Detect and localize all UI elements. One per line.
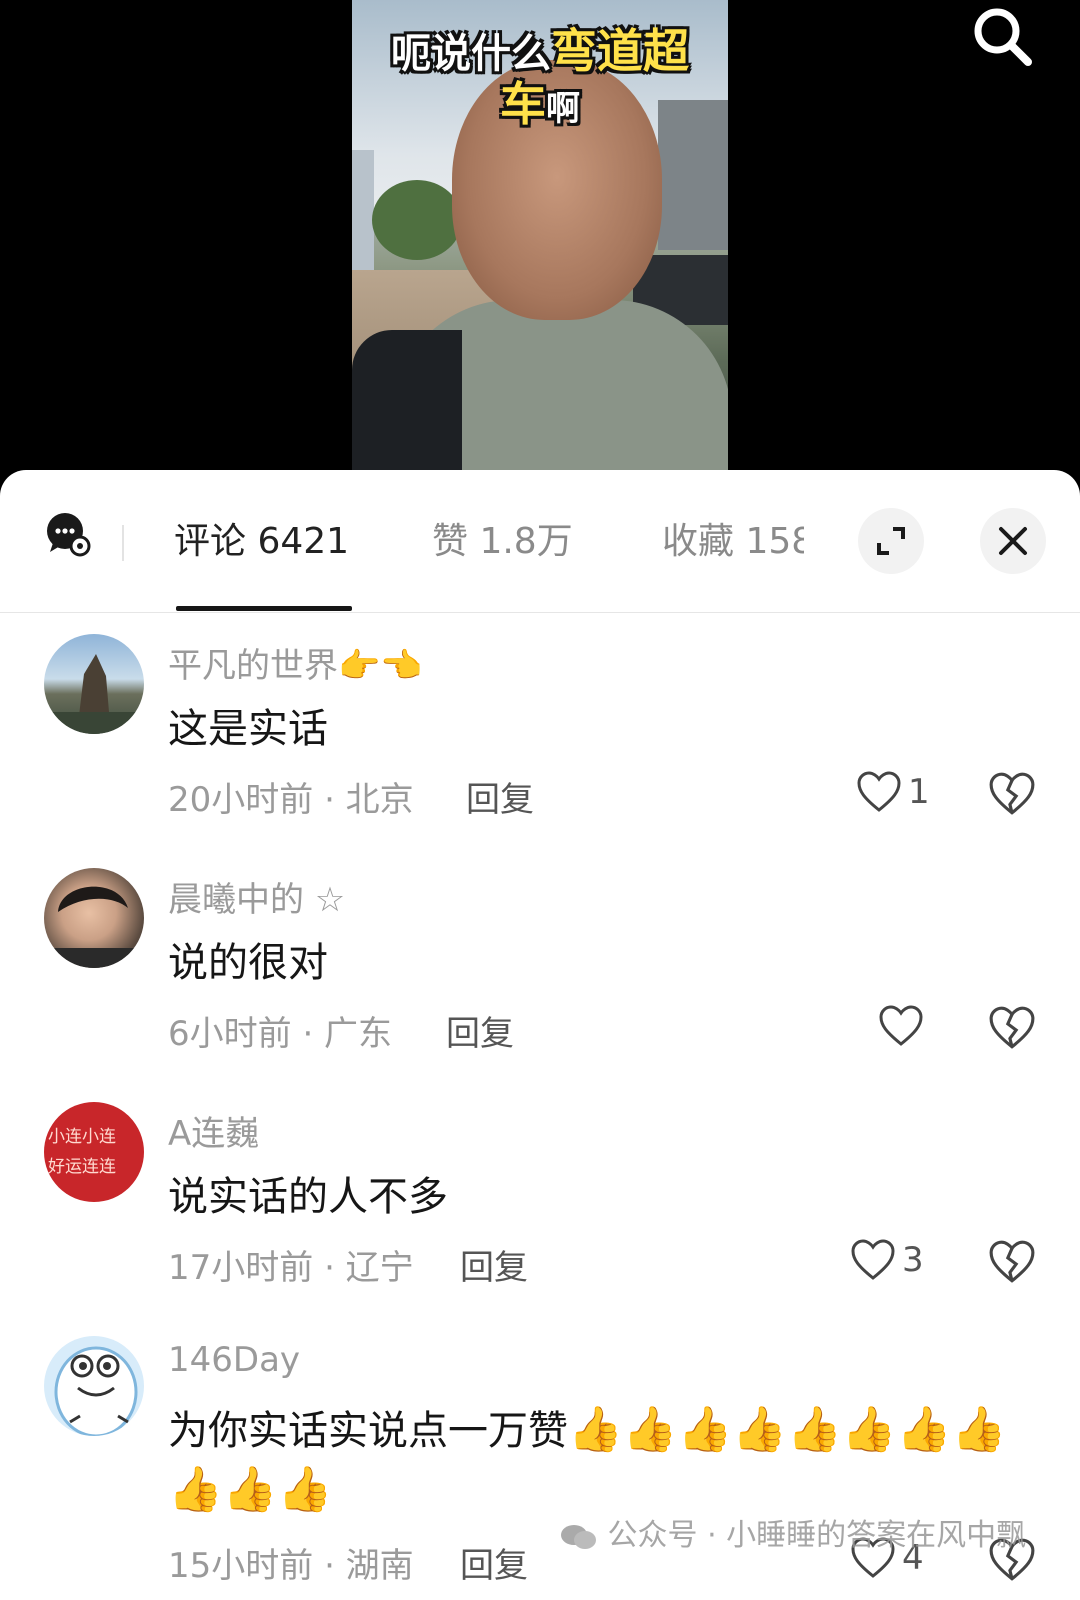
- video-frame[interactable]: 呃说什么弯道超 车啊: [352, 0, 728, 480]
- comment-username[interactable]: 平凡的世界👉👈: [168, 638, 423, 687]
- close-icon: [999, 527, 1027, 555]
- expand-icon: [877, 527, 905, 555]
- comment-meta: 15小时前 · 湖南: [168, 1546, 414, 1586]
- comment-username[interactable]: 晨曦中的 ☆: [168, 872, 345, 921]
- comment-text: 这是实话: [168, 706, 328, 752]
- watermark: 公众号 · 小睡睡的答案在风中飘: [560, 1510, 1026, 1554]
- comment-item: 146Day 为你实话实说点一万赞👍👍👍👍👍👍👍👍 👍👍👍 15小时前 · 湖南…: [0, 1336, 1080, 1600]
- close-button[interactable]: [980, 508, 1046, 574]
- video-tree: [372, 180, 462, 260]
- video-person-jacket: [352, 330, 462, 480]
- avatar-text-line2: 好运连连: [48, 1157, 116, 1177]
- caption-plain-1: 呃说什么: [391, 31, 551, 77]
- broken-heart-icon[interactable]: [988, 770, 1036, 818]
- heart-icon: [879, 1005, 923, 1046]
- wechat-icon: [560, 1523, 598, 1551]
- avatar-text: 小连小连 好运连连: [48, 1122, 144, 1182]
- comment-sheet: 评论 6421 赞 1.8万 收藏 158 平凡的世界👉👈 这是实话 20小时前…: [0, 470, 1080, 1600]
- watermark-text: 公众号 · 小睡睡的答案在风中飘: [607, 1518, 1027, 1553]
- like-button[interactable]: 1: [856, 770, 930, 814]
- avatar[interactable]: 小连小连 好运连连: [44, 1102, 144, 1202]
- comment-username[interactable]: A连巍: [168, 1106, 259, 1155]
- avatar[interactable]: [44, 634, 144, 734]
- video-caption: 呃说什么弯道超 车啊: [352, 26, 728, 134]
- caption-highlight-1: 弯道超: [551, 24, 689, 78]
- reply-button[interactable]: 回复: [446, 1006, 514, 1055]
- broken-heart-icon[interactable]: [988, 1238, 1036, 1286]
- tab-favorites[interactable]: 收藏 158: [662, 508, 804, 576]
- broken-heart-icon[interactable]: [988, 1004, 1036, 1052]
- comment-text-body: 为你实话实说点一万赞: [168, 1408, 568, 1454]
- thumbs-up-emoji-row: 👍👍👍: [168, 1464, 333, 1515]
- tab-likes[interactable]: 赞 1.8万: [432, 508, 573, 576]
- avatar[interactable]: [44, 868, 144, 968]
- active-tab-underline: [176, 606, 352, 611]
- heart-icon: [851, 1239, 895, 1280]
- like-count: 3: [902, 1240, 924, 1280]
- tab-comments[interactable]: 评论 6421: [174, 508, 349, 576]
- comment-text: 说的很对: [168, 940, 328, 986]
- comment-item: 平凡的世界👉👈 这是实话 20小时前 · 北京 回复 1: [0, 634, 1080, 854]
- video-player[interactable]: 呃说什么弯道超 车啊: [0, 0, 1080, 480]
- video-building: [352, 150, 374, 270]
- comment-meta: 20小时前 · 北京: [168, 780, 414, 820]
- comment-item: 小连小连 好运连连 A连巍 说实话的人不多 17小时前 · 辽宁 回复 3: [0, 1102, 1080, 1322]
- comment-meta: 6小时前 · 广东: [168, 1014, 393, 1054]
- reply-button[interactable]: 回复: [466, 772, 534, 821]
- comment-meta: 17小时前 · 辽宁: [168, 1248, 414, 1288]
- caption-highlight-2: 车: [500, 77, 546, 131]
- chat-settings-icon[interactable]: [44, 510, 92, 558]
- avatar-portrait-image: [44, 886, 144, 968]
- avatar-rock-image: [44, 654, 144, 734]
- avatar[interactable]: [44, 1336, 144, 1436]
- comment-text: 说实话的人不多: [168, 1174, 448, 1220]
- heart-icon: [857, 771, 901, 812]
- reply-button[interactable]: 回复: [460, 1538, 528, 1587]
- caption-plain-2: 啊: [546, 89, 580, 129]
- like-button[interactable]: 3: [850, 1238, 924, 1282]
- comment-item: 晨曦中的 ☆ 说的很对 6小时前 · 广东 回复: [0, 868, 1080, 1088]
- comment-username[interactable]: 146Day: [168, 1340, 300, 1380]
- reply-button[interactable]: 回复: [460, 1240, 528, 1289]
- like-button[interactable]: [878, 1004, 930, 1048]
- expand-button[interactable]: [858, 508, 924, 574]
- avatar-text-line1: 小连小连: [48, 1127, 116, 1147]
- search-icon[interactable]: [968, 2, 1038, 72]
- avatar-cartoon-face: [54, 1346, 138, 1436]
- comment-tab-bar: 评论 6421 赞 1.8万 收藏 158: [0, 470, 1080, 613]
- thumbs-up-emoji-row: 👍👍👍👍👍👍👍👍: [568, 1404, 1007, 1455]
- like-count: 1: [908, 772, 930, 812]
- tab-divider: [122, 525, 124, 561]
- comment-text: 为你实话实说点一万赞👍👍👍👍👍👍👍👍: [168, 1398, 1006, 1458]
